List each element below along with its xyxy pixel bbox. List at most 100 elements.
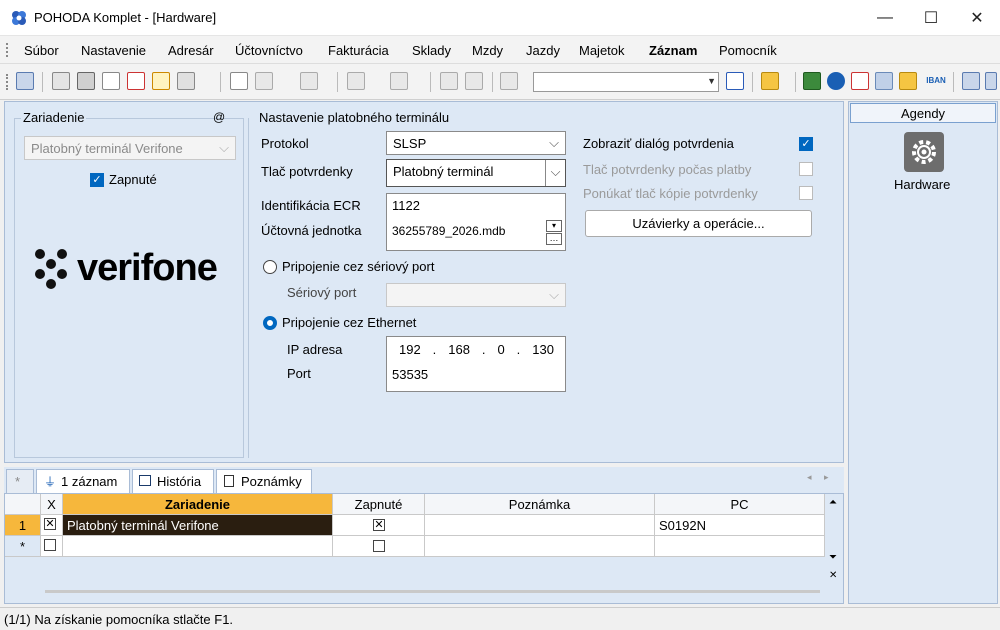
print-receipt-select[interactable]: Platobný terminál ⌵ — [386, 159, 566, 187]
port-field[interactable]: 53535 — [392, 367, 428, 382]
menu-mzdy[interactable]: Mzdy — [472, 43, 503, 58]
row-pc-cell[interactable] — [655, 536, 825, 557]
tab-new[interactable]: * — [6, 469, 34, 493]
agendy-hardware-label[interactable]: Hardware — [894, 177, 950, 192]
tab-scroll-left-icon[interactable]: ◂ — [807, 472, 812, 483]
settings-gear-icon[interactable] — [390, 72, 408, 90]
terminal-group-title: Nastavenie platobného terminálu — [259, 110, 450, 125]
serial-port-radio[interactable] — [263, 260, 277, 274]
ip-octet-1: 192 — [399, 342, 421, 357]
ethernet-radio[interactable] — [263, 316, 277, 330]
calculator-icon[interactable] — [851, 72, 869, 90]
menu-subor[interactable]: Súbor — [24, 43, 59, 58]
menu-uctovnictvo[interactable]: Účtovníctvo — [235, 43, 303, 58]
table-row[interactable] — [41, 536, 63, 557]
unit-browse-icon[interactable]: … — [546, 233, 562, 245]
hardware-gear-icon[interactable] — [904, 132, 944, 172]
coins-icon[interactable] — [899, 72, 917, 90]
scroll-top-icon[interactable]: ⏶ — [829, 497, 837, 508]
maximize-icon: ☐ — [923, 10, 939, 27]
quick-search-combo[interactable]: ▼ — [533, 72, 719, 92]
tab-notes[interactable]: Poznámky — [216, 469, 312, 493]
scroll-bottom-icon[interactable]: ⏷ — [829, 552, 837, 563]
status-bar: (1/1) Na získanie pomocníka stlačte F1. — [0, 607, 1000, 630]
maximize-button[interactable]: ☐ — [908, 0, 954, 36]
close-button[interactable]: ✕ — [954, 0, 1000, 36]
grid-header-note[interactable]: Poznámka — [425, 494, 655, 515]
cash-register-icon[interactable] — [803, 72, 821, 90]
copy-icon[interactable] — [52, 72, 70, 90]
save-icon[interactable] — [440, 72, 458, 90]
grid-header-x[interactable]: X — [41, 494, 63, 515]
unit-dropdown-icon[interactable]: ▾ — [546, 220, 562, 232]
pdf-icon[interactable] — [127, 72, 145, 90]
menu-nastavenie[interactable]: Nastavenie — [81, 43, 146, 58]
menu-fakturacia[interactable]: Fakturácia — [328, 43, 389, 58]
serial-port-select[interactable]: ⌵ — [386, 283, 566, 307]
menu-zaznam[interactable]: Záznam — [649, 43, 697, 58]
grid-header-enabled[interactable]: Zapnuté — [333, 494, 425, 515]
horizontal-scrollbar[interactable] — [45, 590, 820, 593]
ecr-label: Identifikácia ECR — [261, 198, 361, 213]
menu-pomocnik[interactable]: Pomocník — [719, 43, 777, 58]
message-icon[interactable] — [962, 72, 980, 90]
menu-jazdy[interactable]: Jazdy — [526, 43, 560, 58]
grid-header-pc[interactable]: PC — [655, 494, 825, 515]
paste-icon[interactable] — [500, 72, 518, 90]
print-icon[interactable] — [77, 72, 95, 90]
iban-icon[interactable]: IBAN — [924, 72, 948, 90]
ip-address-field[interactable]: 192. 168. 0. 130 — [399, 342, 554, 357]
export-icon[interactable] — [152, 72, 170, 90]
row-number[interactable]: * — [5, 536, 41, 557]
row-pc-cell[interactable]: S0192N — [655, 515, 825, 536]
row-enabled-cell[interactable]: ✕ — [333, 515, 425, 536]
accounting-unit-field[interactable]: 36255789_2026.mdb — [392, 224, 505, 238]
send-icon[interactable] — [177, 72, 195, 90]
tab-history[interactable]: História — [132, 469, 214, 493]
row-device-cell[interactable]: Platobný terminál Verifone — [63, 515, 333, 536]
closures-operations-button[interactable]: Uzávierky a operácie... — [585, 210, 812, 237]
table-grid-icon[interactable] — [875, 72, 893, 90]
print-receipt-label: Tlač potvrdenky — [261, 164, 353, 179]
note-icon — [224, 475, 234, 487]
cancel-changes-icon[interactable] — [465, 72, 483, 90]
row-device-cell[interactable] — [63, 536, 333, 557]
tab-records[interactable]: ⏚ 1 záznam — [36, 469, 130, 493]
row-enabled-checkbox[interactable]: ✕ — [373, 519, 385, 531]
device-select[interactable]: Platobný terminál Verifone ⌵ — [24, 136, 236, 160]
filter-icon: ⏚ — [44, 475, 57, 489]
offer-copy-checkbox[interactable] — [799, 186, 813, 200]
row-x-checkbox[interactable]: ✕ — [44, 518, 56, 530]
grid-header-device[interactable]: Zariadenie — [63, 494, 333, 515]
euro-icon[interactable] — [827, 72, 845, 90]
row-enabled-cell[interactable] — [333, 536, 425, 557]
enabled-checkbox[interactable]: ✓ — [90, 173, 104, 187]
row-note-cell[interactable] — [425, 515, 655, 536]
filter-icon[interactable] — [726, 72, 744, 90]
print-during-payment-checkbox[interactable] — [799, 162, 813, 176]
folder-star-icon[interactable] — [761, 72, 779, 90]
close-filter-icon[interactable]: ✕ — [829, 570, 837, 581]
new-record-icon[interactable] — [230, 72, 248, 90]
row-x-checkbox[interactable] — [44, 539, 56, 551]
record-icon[interactable] — [16, 72, 34, 90]
menu-majetok[interactable]: Majetok — [579, 43, 625, 58]
table-icon[interactable] — [300, 72, 318, 90]
table-row[interactable]: ✕ — [41, 515, 63, 536]
menu-sklady[interactable]: Sklady — [412, 43, 451, 58]
print-preview-icon[interactable] — [102, 72, 120, 90]
accounting-unit-label: Účtovná jednotka — [261, 223, 362, 238]
window-icon[interactable] — [985, 72, 997, 90]
at-icon[interactable]: @ — [213, 110, 225, 124]
back-arrow-icon[interactable] — [347, 72, 365, 90]
protocol-select[interactable]: SLSP ⌵ — [386, 131, 566, 155]
menu-adresar[interactable]: Adresár — [168, 43, 214, 58]
row-note-cell[interactable] — [425, 536, 655, 557]
row-number[interactable]: 1 — [5, 515, 41, 536]
edit-icon[interactable] — [255, 72, 273, 90]
row-enabled-checkbox[interactable] — [373, 540, 385, 552]
ecr-field[interactable]: 1122 — [392, 198, 420, 213]
minimize-button[interactable]: — — [862, 0, 908, 36]
show-dialog-checkbox[interactable]: ✓ — [799, 137, 813, 151]
tab-scroll-right-icon[interactable]: ▸ — [824, 472, 829, 483]
